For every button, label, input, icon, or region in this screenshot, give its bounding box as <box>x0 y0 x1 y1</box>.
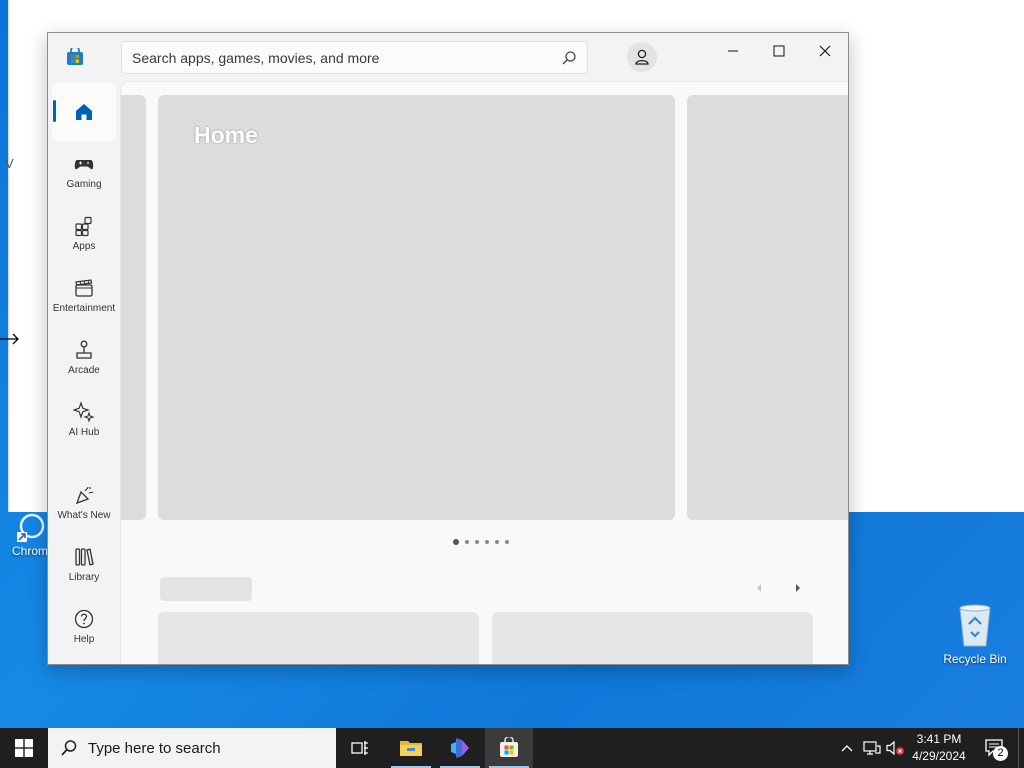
chrome-icon <box>14 512 46 544</box>
hero-card[interactable]: Home <box>158 95 675 520</box>
home-icon <box>76 104 92 120</box>
library-icon <box>75 548 94 566</box>
nav-item-arcade[interactable]: Arcade <box>52 339 116 376</box>
store-logo-icon <box>67 48 83 65</box>
taskbar-clock[interactable]: 3:41 PM 4/29/2024 <box>908 731 970 765</box>
store-icon <box>500 737 518 757</box>
clock-time: 3:41 PM <box>916 732 962 746</box>
scroll-next-button[interactable] <box>788 578 808 598</box>
taskbar: Type here to search 3:41 PM 4/29/2024 2 <box>0 728 1024 768</box>
nav-item-label: Apps <box>72 241 96 252</box>
content-card[interactable] <box>492 612 813 664</box>
clock-date: 4/29/2024 <box>912 749 966 763</box>
carousel-pagination <box>453 539 509 545</box>
section-title-placeholder <box>160 577 252 601</box>
nav-item-label: Entertainment <box>52 303 116 314</box>
nav-item-label: Arcade <box>68 365 100 376</box>
minimize-button[interactable] <box>710 37 756 65</box>
carousel-dot[interactable] <box>485 540 489 544</box>
apps-icon <box>75 216 92 237</box>
network-button[interactable] <box>862 728 882 768</box>
help-icon <box>74 609 94 629</box>
content-card[interactable] <box>158 612 479 664</box>
carousel-dot[interactable] <box>505 540 509 544</box>
taskbar-copilot[interactable] <box>436 728 484 768</box>
carousel-dot[interactable] <box>465 540 469 544</box>
show-hidden-icons-button[interactable] <box>838 728 856 768</box>
show-desktop-button[interactable] <box>1018 728 1024 768</box>
nav-item-label: Library <box>68 572 100 583</box>
taskbar-microsoft-store[interactable] <box>485 728 533 768</box>
page-title: Home <box>194 122 258 148</box>
windows-logo-icon <box>15 739 33 757</box>
notifications-button[interactable]: 2 <box>980 728 1010 768</box>
taskbar-file-explorer[interactable] <box>387 728 435 768</box>
minimize-icon <box>728 50 738 52</box>
close-icon <box>819 45 831 57</box>
background-window-text: V <box>5 156 14 171</box>
store-content: Home <box>120 81 848 664</box>
gamepad-icon <box>74 160 94 170</box>
copilot-icon <box>451 738 469 758</box>
maximize-button[interactable] <box>756 37 802 65</box>
nav-item-home[interactable] <box>52 83 116 141</box>
maximize-icon <box>773 45 785 57</box>
store-search-input[interactable]: Search apps, games, movies, and more <box>132 50 561 66</box>
nav-item-apps[interactable]: Apps <box>52 215 116 252</box>
nav-item-library[interactable]: Library <box>52 546 116 583</box>
start-button[interactable] <box>0 728 48 768</box>
scroll-previous-button[interactable] <box>749 578 769 598</box>
store-search-bar[interactable]: Search apps, games, movies, and more <box>121 41 588 74</box>
network-icon <box>863 741 881 755</box>
folder-icon <box>400 741 422 756</box>
person-icon <box>635 49 649 65</box>
nav-item-label: Help <box>73 634 95 645</box>
search-icon <box>61 740 77 756</box>
selected-indicator <box>53 100 56 122</box>
nav-item-label: AI Hub <box>68 427 100 438</box>
resize-cursor-icon <box>0 333 19 345</box>
hero-card-previous[interactable] <box>121 95 146 520</box>
chevron-right-icon <box>796 584 800 592</box>
nav-item-label: Gaming <box>66 179 102 190</box>
notification-count-badge: 2 <box>993 746 1008 761</box>
clapperboard-icon <box>75 279 93 297</box>
desktop-icon-recycle-bin[interactable]: Recycle Bin <box>938 602 1012 666</box>
carousel-dot[interactable] <box>495 540 499 544</box>
volume-button[interactable] <box>884 728 906 768</box>
chevron-left-icon <box>757 584 761 592</box>
carousel-dot[interactable] <box>453 539 459 545</box>
nav-item-ai-hub[interactable]: AI Hub <box>52 401 116 438</box>
nav-item-gaming[interactable]: Gaming <box>52 153 116 190</box>
chevron-up-icon <box>841 745 853 752</box>
close-button[interactable] <box>802 37 848 65</box>
desktop-icon-label: Chrom <box>11 544 48 558</box>
nav-item-label: What's New <box>57 510 111 521</box>
microsoft-store-window: Search apps, games, movies, and more Gam… <box>47 32 849 665</box>
joystick-icon <box>76 340 92 359</box>
sparkle-icon <box>73 401 95 423</box>
account-button[interactable] <box>627 42 657 72</box>
recycle-bin-icon <box>955 602 995 648</box>
task-view-button[interactable] <box>336 728 384 768</box>
party-icon <box>75 486 94 505</box>
volume-muted-icon <box>886 740 904 756</box>
nav-item-entertainment[interactable]: Entertainment <box>52 277 116 314</box>
taskbar-search-placeholder: Type here to search <box>88 739 221 757</box>
search-icon[interactable] <box>561 50 577 66</box>
desktop-icon-label: Recycle Bin <box>943 652 1007 666</box>
taskbar-search-box[interactable]: Type here to search <box>48 728 336 768</box>
carousel-dot[interactable] <box>475 540 479 544</box>
store-navigation: Gaming Apps Entertainment Arcade AI Hub … <box>48 81 120 664</box>
task-view-icon <box>351 741 368 755</box>
nav-item-help[interactable]: Help <box>52 608 116 645</box>
nav-item-whats-new[interactable]: What's New <box>52 484 116 521</box>
hero-card-next[interactable] <box>687 95 848 520</box>
